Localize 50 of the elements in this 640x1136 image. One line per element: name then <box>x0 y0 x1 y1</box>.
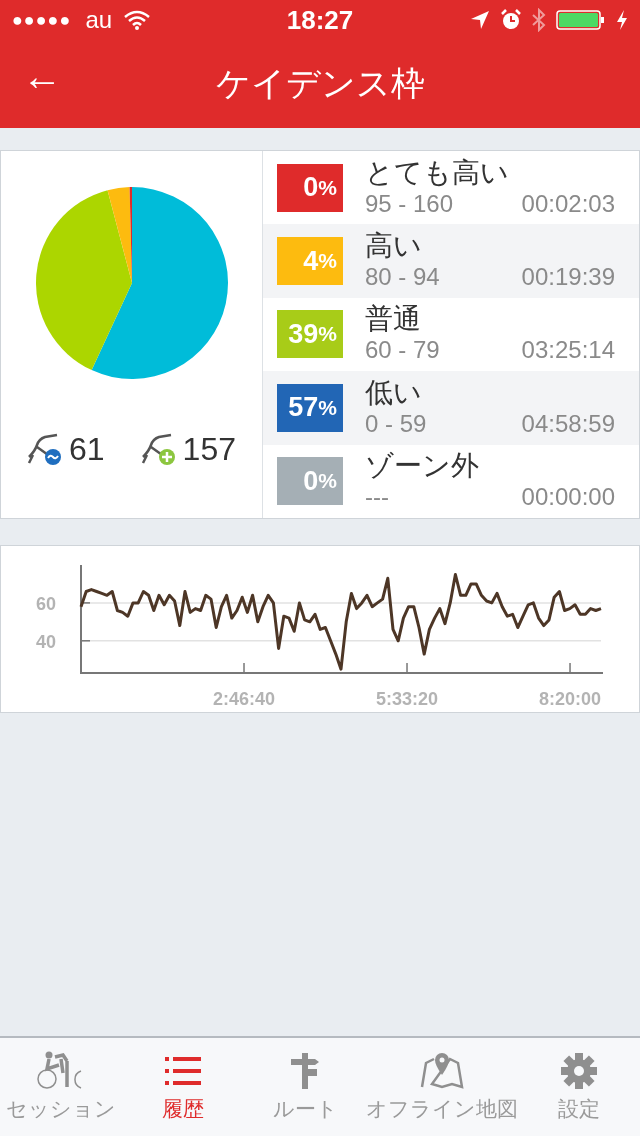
alarm-clock-icon <box>500 9 522 31</box>
charging-bolt-icon <box>616 9 628 31</box>
battery-icon <box>556 9 606 31</box>
zone-percent: 4% <box>277 237 343 286</box>
y-tick-label: 60 <box>35 593 56 614</box>
tab-bar-item[interactable]: オフライン地図 <box>366 1038 518 1136</box>
cadence-value: 61 <box>69 431 105 468</box>
zone-percent: 39% <box>277 310 343 359</box>
zone-name: とても高い <box>365 156 510 189</box>
x-tick-label: 2:46:40 <box>213 688 276 709</box>
location-arrow-icon <box>470 10 490 30</box>
zone-percent: 0% <box>277 163 343 212</box>
zone-duration: 00:19:39 <box>521 262 615 293</box>
zone-name: 普通 <box>365 303 422 336</box>
map-pin-icon <box>418 1051 466 1091</box>
cadence-value: 157 <box>182 431 236 468</box>
carrier-name: au <box>85 6 113 34</box>
zone-duration: 00:00:00 <box>521 482 615 513</box>
bluetooth-icon <box>532 8 546 32</box>
x-tick-label: 8:20:00 <box>539 688 602 709</box>
zone-range: 0 - 59 <box>365 408 427 439</box>
tick-mark <box>569 662 571 674</box>
tab-bar-item[interactable]: 設定 <box>518 1038 640 1136</box>
screen-title: ケイデンス枠 <box>215 63 425 104</box>
clock-time: 18:27 <box>285 4 355 36</box>
zone-duration: 04:58:59 <box>521 408 615 439</box>
zone-name: ゾーン外 <box>365 450 480 483</box>
zone-name: 高い <box>365 230 423 263</box>
zone-range: 95 - 160 <box>365 188 454 219</box>
tick-mark <box>406 662 408 674</box>
wifi-icon <box>124 10 151 30</box>
cadence-min-icon <box>27 432 63 467</box>
cadence-max-icon <box>140 432 177 467</box>
zone-range: 60 - 79 <box>365 335 440 366</box>
tab-bar-item[interactable]: ルート <box>244 1038 366 1136</box>
y-tick-label: 40 <box>35 631 56 652</box>
zone-percent: 57% <box>277 383 343 432</box>
zone-duration: 03:25:14 <box>521 335 615 366</box>
zone-duration: 00:02:03 <box>521 188 615 219</box>
zone-percent: 0% <box>277 457 343 506</box>
zone-range: --- <box>365 482 389 513</box>
tick-mark <box>80 640 91 642</box>
tab-bar-item[interactable]: 履歴 <box>122 1038 244 1136</box>
back-button[interactable]: ← <box>18 56 66 96</box>
x-tick-label: 5:33:20 <box>376 688 439 709</box>
tick-mark <box>243 662 245 674</box>
signal-strength: ●●●●● <box>12 9 72 31</box>
tab-bar-item[interactable]: セッション <box>0 1038 122 1136</box>
zone-range: 80 - 94 <box>365 262 440 293</box>
zone-name: 低い <box>365 376 423 409</box>
